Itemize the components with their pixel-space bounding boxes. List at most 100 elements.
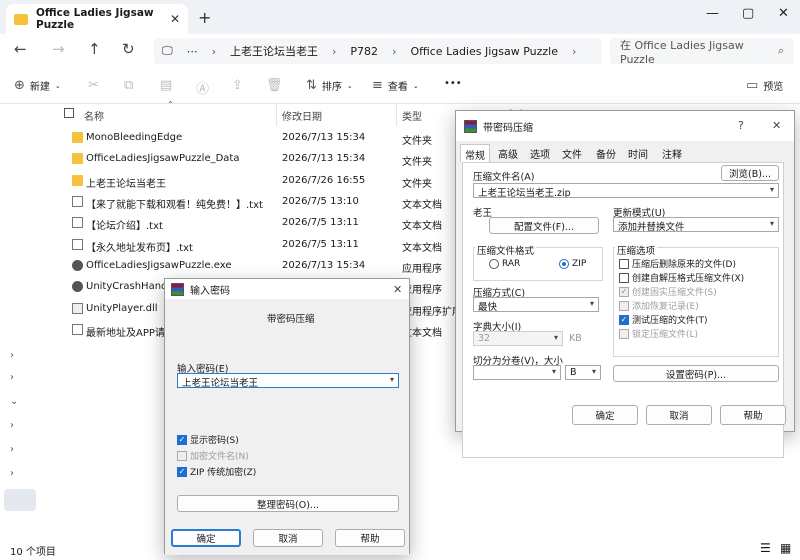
copy-button[interactable]: ⧉ (124, 78, 133, 93)
chevron-right-icon[interactable]: › (10, 420, 14, 431)
address-bar[interactable]: 🖵 ⋯ › 上老王论坛当老王 › P782 › Office Ladies Ji… (154, 38, 602, 64)
ok-button[interactable]: 确定 (171, 529, 241, 547)
close-icon[interactable]: ✕ (393, 283, 402, 296)
folder-icon (72, 132, 83, 143)
profiles-button[interactable]: 配置文件(F)... (489, 217, 599, 234)
archive-name-input[interactable]: 上老王论坛当老王.zip ▾ (473, 183, 779, 198)
ok-button[interactable]: 确定 (572, 405, 638, 425)
set-password-button[interactable]: 设置密码(P)... (613, 365, 779, 382)
method-select[interactable]: 最快 ▾ (473, 297, 599, 312)
new-tab-button[interactable]: + (198, 8, 211, 27)
file-date: 2026/7/13 15:34 (282, 260, 366, 271)
tab-backup[interactable]: 备份 (596, 144, 616, 162)
checkbox-indicator (619, 300, 629, 311)
nav-selected-item[interactable] (4, 489, 36, 511)
cut-icon: ✂ (88, 78, 99, 93)
select-all-checkbox[interactable] (64, 108, 74, 118)
breadcrumb-item[interactable]: Office Ladies Jigsaw Puzzle (410, 45, 558, 58)
format-rar-radio[interactable]: RAR (489, 259, 520, 269)
checkbox-indicator (177, 450, 187, 461)
option-solid-checkbox[interactable]: ✓ 创建固实压缩文件(S) (619, 285, 717, 298)
close-icon[interactable]: ✕ (772, 119, 781, 132)
column-divider[interactable] (276, 104, 277, 126)
forward-icon[interactable]: → (52, 40, 65, 58)
preview-button[interactable]: ▭ 预览 (746, 78, 783, 93)
encrypt-names-checkbox[interactable]: 加密文件名(N) (177, 449, 249, 462)
chevron-right-icon: › (572, 44, 577, 58)
chevron-right-icon[interactable]: › (10, 468, 14, 479)
chevron-down-icon[interactable]: ⌄ (10, 396, 18, 407)
tab-time[interactable]: 时间 (628, 144, 648, 162)
column-name[interactable]: 名称 (84, 108, 104, 123)
file-type: 文本文档 (402, 243, 442, 254)
more-label: ••• (444, 78, 462, 89)
format-zip-radio[interactable]: ZIP (559, 259, 586, 269)
checkbox-indicator: ✓ (619, 314, 629, 325)
tab-files[interactable]: 文件 (562, 144, 582, 162)
split-volume-input[interactable]: ▾ (473, 365, 561, 380)
password-dialog-titlebar: 输入密码 ✕ (165, 279, 409, 299)
option-recovery-checkbox[interactable]: 添加恢复记录(E) (619, 299, 699, 312)
more-options-button[interactable]: ••• (444, 78, 462, 89)
tab-advanced[interactable]: 高级 (498, 144, 518, 162)
view-button[interactable]: ≡ 查看 ⌄ (372, 78, 419, 93)
search-placeholder: 在 Office Ladies Jigsaw Puzzle (620, 38, 744, 66)
tab-comment[interactable]: 注释 (662, 144, 682, 162)
organize-passwords-button[interactable]: 整理密码(O)... (177, 495, 399, 512)
column-divider[interactable] (396, 104, 397, 126)
archive-dialog-titlebar: 带密码压缩 ? ✕ (456, 111, 794, 141)
tab-general[interactable]: 常规 (460, 144, 490, 162)
chevron-right-icon[interactable]: › (10, 372, 14, 383)
format-rar-label: RAR (502, 259, 521, 269)
up-icon[interactable]: ↑ (88, 40, 101, 58)
archive-dialog: 带密码压缩 ? ✕ 常规 高级 选项 文件 备份 时间 注释 压缩文件名(A) … (455, 110, 795, 458)
breadcrumb-item[interactable]: P782 (350, 45, 378, 58)
rename-button[interactable]: Ⓐ (196, 78, 209, 97)
browse-button[interactable]: 浏览(B)... (721, 165, 779, 181)
search-input[interactable]: 在 Office Ladies Jigsaw Puzzle ⌕ (610, 38, 794, 66)
cut-button[interactable]: ✂ (88, 78, 99, 93)
chevron-right-icon[interactable]: › (10, 444, 14, 455)
back-icon[interactable]: ← (14, 40, 27, 58)
minimize-button[interactable]: — (706, 6, 719, 21)
tiles-view-icon[interactable]: ▦ (780, 541, 791, 555)
cancel-button[interactable]: 取消 (253, 529, 323, 547)
refresh-icon[interactable]: ↻ (122, 40, 135, 58)
new-button[interactable]: ⊕ 新建 ⌄ (14, 78, 61, 93)
column-date[interactable]: 修改日期 (282, 108, 322, 123)
option-delete-after-checkbox[interactable]: 压缩后删除原来的文件(D) (619, 257, 736, 270)
option-sfx-checkbox[interactable]: 创建自解压格式压缩文件(X) (619, 271, 744, 284)
help-button[interactable]: 帮助 (335, 529, 405, 547)
close-window-button[interactable]: ✕ (778, 6, 789, 21)
help-button[interactable]: 帮助 (720, 405, 786, 425)
cancel-button[interactable]: 取消 (646, 405, 712, 425)
option-label: 压缩后删除原来的文件(D) (632, 260, 736, 270)
zip-legacy-checkbox[interactable]: ✓ ZIP 传统加密(Z) (177, 465, 256, 478)
plus-circle-icon: ⊕ (14, 78, 25, 93)
chevron-down-icon: ⌄ (412, 81, 419, 90)
close-tab-icon[interactable]: ✕ (170, 12, 180, 26)
dictionary-select[interactable]: 32 ▾ (473, 331, 563, 346)
archive-name-label: 压缩文件名(A) (473, 172, 535, 183)
password-input[interactable]: 上老王论坛当老王 ▾ (177, 373, 399, 388)
delete-button[interactable]: 🗑 (266, 78, 283, 93)
paste-button[interactable]: ▤ (160, 78, 172, 93)
file-name: MonoBleedingEdge (86, 132, 183, 143)
more-crumbs-icon[interactable]: ⋯ (187, 45, 198, 58)
breadcrumb-item[interactable]: 上老王论坛当老王 (230, 43, 318, 59)
chevron-right-icon[interactable]: › (10, 350, 14, 361)
show-password-checkbox[interactable]: ✓ 显示密码(S) (177, 433, 239, 446)
help-icon[interactable]: ? (738, 119, 744, 132)
chevron-down-icon: ▾ (769, 185, 774, 194)
tab-options[interactable]: 选项 (530, 144, 550, 162)
explorer-tab[interactable]: Office Ladies Jigsaw Puzzle ✕ (6, 4, 188, 34)
option-lock-checkbox[interactable]: 锁定压缩文件(L) (619, 327, 698, 340)
share-button[interactable]: ⇪ (232, 78, 243, 93)
split-unit-select[interactable]: B ▾ (565, 365, 601, 380)
maximize-button[interactable]: ▢ (742, 6, 754, 21)
update-mode-select[interactable]: 添加并替换文件 ▾ (613, 217, 779, 232)
column-type[interactable]: 类型 (402, 108, 422, 123)
sort-button[interactable]: ⇅ 排序 ⌄ (306, 78, 353, 93)
option-test-checkbox[interactable]: ✓ 测试压缩的文件(T) (619, 313, 708, 326)
details-view-icon[interactable]: ☰ (760, 541, 771, 555)
